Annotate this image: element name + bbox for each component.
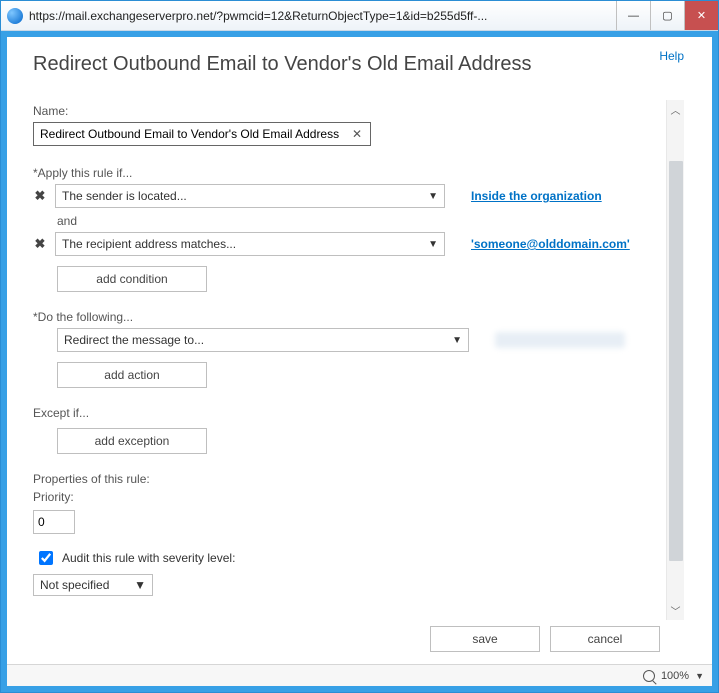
severity-select[interactable]: Not specified ▼ — [33, 574, 153, 596]
statusbar: 100% ▼ — [7, 664, 712, 686]
name-input-wrap[interactable]: ✕ — [33, 122, 371, 146]
action-text: Redirect the message to... — [64, 333, 204, 347]
cancel-button[interactable]: cancel — [550, 626, 660, 652]
action-select[interactable]: Redirect the message to... ▼ — [57, 328, 469, 352]
zoom-chevron-icon[interactable]: ▼ — [695, 671, 704, 681]
minimize-button[interactable]: — — [616, 1, 650, 30]
chevron-down-icon: ▼ — [134, 578, 146, 592]
dialog-body: Help Redirect Outbound Email to Vendor's… — [7, 37, 712, 664]
condition-value-link[interactable]: Inside the organization — [471, 189, 602, 203]
zoom-level[interactable]: 100% — [661, 670, 689, 682]
name-label: Name: — [33, 104, 662, 118]
action-row: Redirect the message to... ▼ — [57, 328, 662, 352]
condition-select[interactable]: The recipient address matches... ▼ — [55, 232, 445, 256]
scroll-down-icon[interactable]: ﹀ — [671, 603, 681, 618]
ie-icon — [7, 8, 23, 24]
scroll-up-icon[interactable]: ︿ — [671, 102, 681, 117]
clear-name-icon[interactable]: ✕ — [348, 127, 366, 141]
condition-row: ✖ The sender is located... ▼ Inside the … — [33, 184, 662, 208]
chevron-down-icon: ▼ — [428, 239, 438, 250]
remove-condition-icon[interactable]: ✖ — [33, 188, 47, 204]
maximize-button[interactable]: ▢ — [650, 1, 684, 30]
address-bar-url[interactable]: https://mail.exchangeserverpro.net/?pwmc… — [29, 9, 616, 23]
add-condition-button[interactable]: add condition — [57, 266, 207, 292]
and-label: and — [57, 214, 662, 228]
audit-checkbox-row[interactable]: Audit this rule with severity level: — [35, 548, 662, 568]
chevron-down-icon: ▼ — [428, 191, 438, 202]
priority-input[interactable] — [33, 510, 75, 534]
exceptions-label: Except if... — [33, 406, 662, 420]
condition-row: ✖ The recipient address matches... ▼ 'so… — [33, 232, 662, 256]
window-buttons: — ▢ ✕ — [616, 1, 718, 30]
condition-value-link[interactable]: 'someone@olddomain.com' — [471, 237, 630, 251]
chevron-down-icon: ▼ — [452, 335, 462, 346]
action-value-redacted — [495, 332, 625, 348]
add-exception-button[interactable]: add exception — [57, 428, 207, 454]
browser-window: https://mail.exchangeserverpro.net/?pwmc… — [0, 0, 719, 693]
page-title: Redirect Outbound Email to Vendor's Old … — [33, 53, 686, 76]
condition-text: The recipient address matches... — [62, 237, 236, 251]
titlebar: https://mail.exchangeserverpro.net/?pwmc… — [1, 1, 718, 31]
help-link[interactable]: Help — [659, 49, 684, 63]
zoom-icon[interactable] — [643, 670, 655, 682]
content-frame: Help Redirect Outbound Email to Vendor's… — [1, 31, 718, 692]
condition-select[interactable]: The sender is located... ▼ — [55, 184, 445, 208]
scroll-region: Name: ✕ *Apply this rule if... ✖ The sen… — [33, 100, 686, 620]
audit-checkbox[interactable] — [39, 551, 53, 565]
properties-label: Properties of this rule: — [33, 472, 662, 486]
remove-condition-icon[interactable]: ✖ — [33, 236, 47, 252]
condition-text: The sender is located... — [62, 189, 187, 203]
actions-label: *Do the following... — [33, 310, 662, 324]
save-button[interactable]: save — [430, 626, 540, 652]
close-button[interactable]: ✕ — [684, 1, 718, 30]
conditions-label: *Apply this rule if... — [33, 166, 662, 180]
scrollbar-thumb[interactable] — [669, 161, 683, 561]
audit-label: Audit this rule with severity level: — [62, 551, 235, 565]
rule-name-input[interactable] — [38, 126, 348, 142]
footer-buttons: save cancel — [33, 620, 686, 660]
severity-value: Not specified — [40, 578, 109, 592]
vertical-scrollbar[interactable]: ︿ ﹀ — [666, 100, 684, 620]
priority-label: Priority: — [33, 490, 662, 504]
add-action-button[interactable]: add action — [57, 362, 207, 388]
